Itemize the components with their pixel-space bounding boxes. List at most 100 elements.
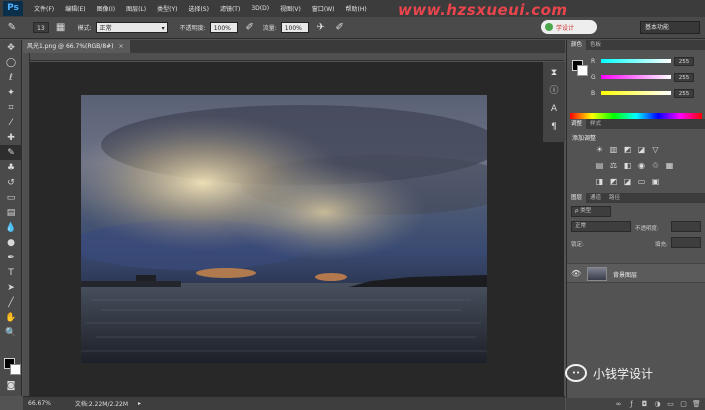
blue-slider[interactable]: [601, 91, 671, 95]
posterize-icon[interactable]: ◩: [609, 177, 618, 186]
trash-icon[interactable]: 🗑: [692, 400, 701, 409]
red-slider[interactable]: [601, 59, 671, 63]
menu-filter[interactable]: 滤镜(T): [220, 4, 240, 13]
exposure-icon[interactable]: ◪: [637, 145, 646, 154]
menu-image[interactable]: 图像(I): [97, 4, 115, 13]
green-value[interactable]: 255: [674, 72, 694, 82]
background-color-swatch[interactable]: [10, 364, 21, 375]
adjustment-layer-icon[interactable]: ◑: [653, 400, 662, 409]
zoom-level[interactable]: 66.67%: [28, 400, 51, 407]
history-brush-tool-icon[interactable]: ↺: [0, 175, 22, 190]
eye-icon[interactable]: 👁: [571, 269, 581, 279]
airbrush-icon[interactable]: ✈: [314, 21, 328, 35]
selective-color-icon[interactable]: ▣: [651, 177, 660, 186]
threshold-icon[interactable]: ◪: [623, 177, 632, 186]
crop-tool-icon[interactable]: ⌗: [0, 100, 22, 115]
eraser-tool-icon[interactable]: ▭: [0, 190, 22, 205]
menu-help[interactable]: 帮助(H): [346, 4, 367, 13]
dodge-tool-icon[interactable]: ●: [0, 235, 22, 250]
blue-value[interactable]: 255: [674, 88, 694, 98]
layer-opacity-input[interactable]: [671, 221, 701, 232]
tab-channels[interactable]: 通道: [586, 193, 605, 203]
canvas-area[interactable]: [30, 62, 564, 396]
green-slider[interactable]: [601, 75, 671, 79]
brush-panel-icon[interactable]: ▦: [54, 21, 68, 35]
hand-tool-icon[interactable]: ✋: [0, 310, 22, 325]
black-white-icon[interactable]: ◧: [623, 161, 632, 170]
tab-color[interactable]: 颜色: [567, 40, 587, 50]
photo-filter-icon[interactable]: ◉: [637, 161, 646, 170]
mask-icon[interactable]: ◘: [640, 400, 649, 409]
lasso-tool-icon[interactable]: ℓ: [0, 70, 22, 85]
vibrance-icon[interactable]: ▽: [651, 145, 660, 154]
stamp-tool-icon[interactable]: ♣: [0, 160, 22, 175]
link-icon[interactable]: ∞: [614, 400, 623, 409]
landscape-photo[interactable]: [81, 95, 487, 363]
chevron-right-icon[interactable]: ▸: [138, 400, 141, 407]
tab-swatches[interactable]: 色板: [586, 40, 605, 50]
blur-tool-icon[interactable]: 💧: [0, 220, 22, 235]
info-icon[interactable]: ⓘ: [547, 84, 561, 98]
pen-tool-icon[interactable]: ✒: [0, 250, 22, 265]
workspace-badge[interactable]: 学设计: [541, 20, 597, 34]
menu-file[interactable]: 文件(F): [34, 4, 54, 13]
path-select-tool-icon[interactable]: ➤: [0, 280, 22, 295]
opacity-input[interactable]: 100%: [209, 22, 238, 33]
curves-icon[interactable]: ◩: [623, 145, 632, 154]
menu-3d[interactable]: 3D(D): [251, 5, 269, 12]
color-panel-background[interactable]: [577, 65, 588, 76]
new-layer-icon[interactable]: ▢: [679, 400, 688, 409]
paragraph-icon[interactable]: ¶: [547, 120, 561, 134]
gradient-map-icon[interactable]: ▭: [637, 177, 646, 186]
layer-fill-input[interactable]: [671, 237, 701, 248]
type-tool-icon[interactable]: T: [0, 265, 22, 280]
tab-paths[interactable]: 路径: [605, 193, 624, 203]
menu-edit[interactable]: 编辑(E): [65, 4, 85, 13]
character-icon[interactable]: A: [547, 102, 561, 116]
layer-name[interactable]: 背景图层: [613, 270, 637, 279]
channel-mixer-icon[interactable]: ♲: [651, 161, 660, 170]
color-swatches[interactable]: [4, 358, 22, 376]
quick-mask-icon[interactable]: ◙: [0, 378, 22, 393]
fx-icon[interactable]: ƒ: [627, 400, 636, 409]
color-balance-icon[interactable]: ⚖: [609, 161, 618, 170]
menu-select[interactable]: 选择(S): [188, 4, 209, 13]
menu-view[interactable]: 视图(V): [280, 4, 301, 13]
history-icon[interactable]: ⧗: [547, 66, 561, 80]
document-tab[interactable]: 风光1.png @ 66.7%(RGB/8#) ×: [23, 40, 130, 53]
mode-select[interactable]: 正常 ▾: [95, 22, 168, 33]
red-value[interactable]: 255: [674, 56, 694, 66]
brush-tool-preset-icon[interactable]: ✎: [5, 21, 19, 35]
pressure-size-icon[interactable]: ✐: [333, 21, 347, 35]
menu-layer[interactable]: 图层(L): [126, 4, 146, 13]
invert-icon[interactable]: ◨: [595, 177, 604, 186]
levels-icon[interactable]: ▥: [609, 145, 618, 154]
blend-mode-select[interactable]: 正常: [571, 221, 631, 232]
flow-input[interactable]: 100%: [280, 22, 309, 33]
marquee-tool-icon[interactable]: ◯: [0, 55, 22, 70]
adjustments-row-3: ◨ ◩ ◪ ▭ ▣: [595, 177, 665, 186]
tab-layers[interactable]: 图层: [567, 193, 587, 203]
healing-brush-tool-icon[interactable]: ✚: [0, 130, 22, 145]
zoom-tool-icon[interactable]: 🔍: [0, 325, 22, 340]
move-tool-icon[interactable]: ✥: [0, 40, 22, 55]
workspace-select[interactable]: 基本功能: [640, 21, 700, 34]
layer-kind-filter[interactable]: ρ 类型: [571, 206, 611, 217]
layer-row-background[interactable]: 👁 背景图层: [567, 263, 705, 283]
brush-tool-icon[interactable]: ✎: [0, 145, 22, 160]
menu-window[interactable]: 窗口(W): [312, 4, 335, 13]
eyedropper-tool-icon[interactable]: ⁄: [0, 115, 22, 130]
brush-size-picker[interactable]: 13: [33, 22, 49, 33]
gradient-tool-icon[interactable]: ▤: [0, 205, 22, 220]
brightness-icon[interactable]: ☀: [595, 145, 604, 154]
color-lookup-icon[interactable]: ▦: [665, 161, 674, 170]
tab-adjustments[interactable]: 调整: [567, 119, 587, 129]
quick-select-tool-icon[interactable]: ✦: [0, 85, 22, 100]
menu-type[interactable]: 类型(Y): [157, 4, 177, 13]
pressure-opacity-icon[interactable]: ✐: [243, 21, 257, 35]
hue-saturation-icon[interactable]: ▤: [595, 161, 604, 170]
folder-icon[interactable]: ▭: [666, 400, 675, 409]
tab-styles[interactable]: 样式: [586, 119, 605, 129]
close-icon[interactable]: ×: [119, 43, 124, 50]
line-tool-icon[interactable]: ╱: [0, 295, 22, 310]
